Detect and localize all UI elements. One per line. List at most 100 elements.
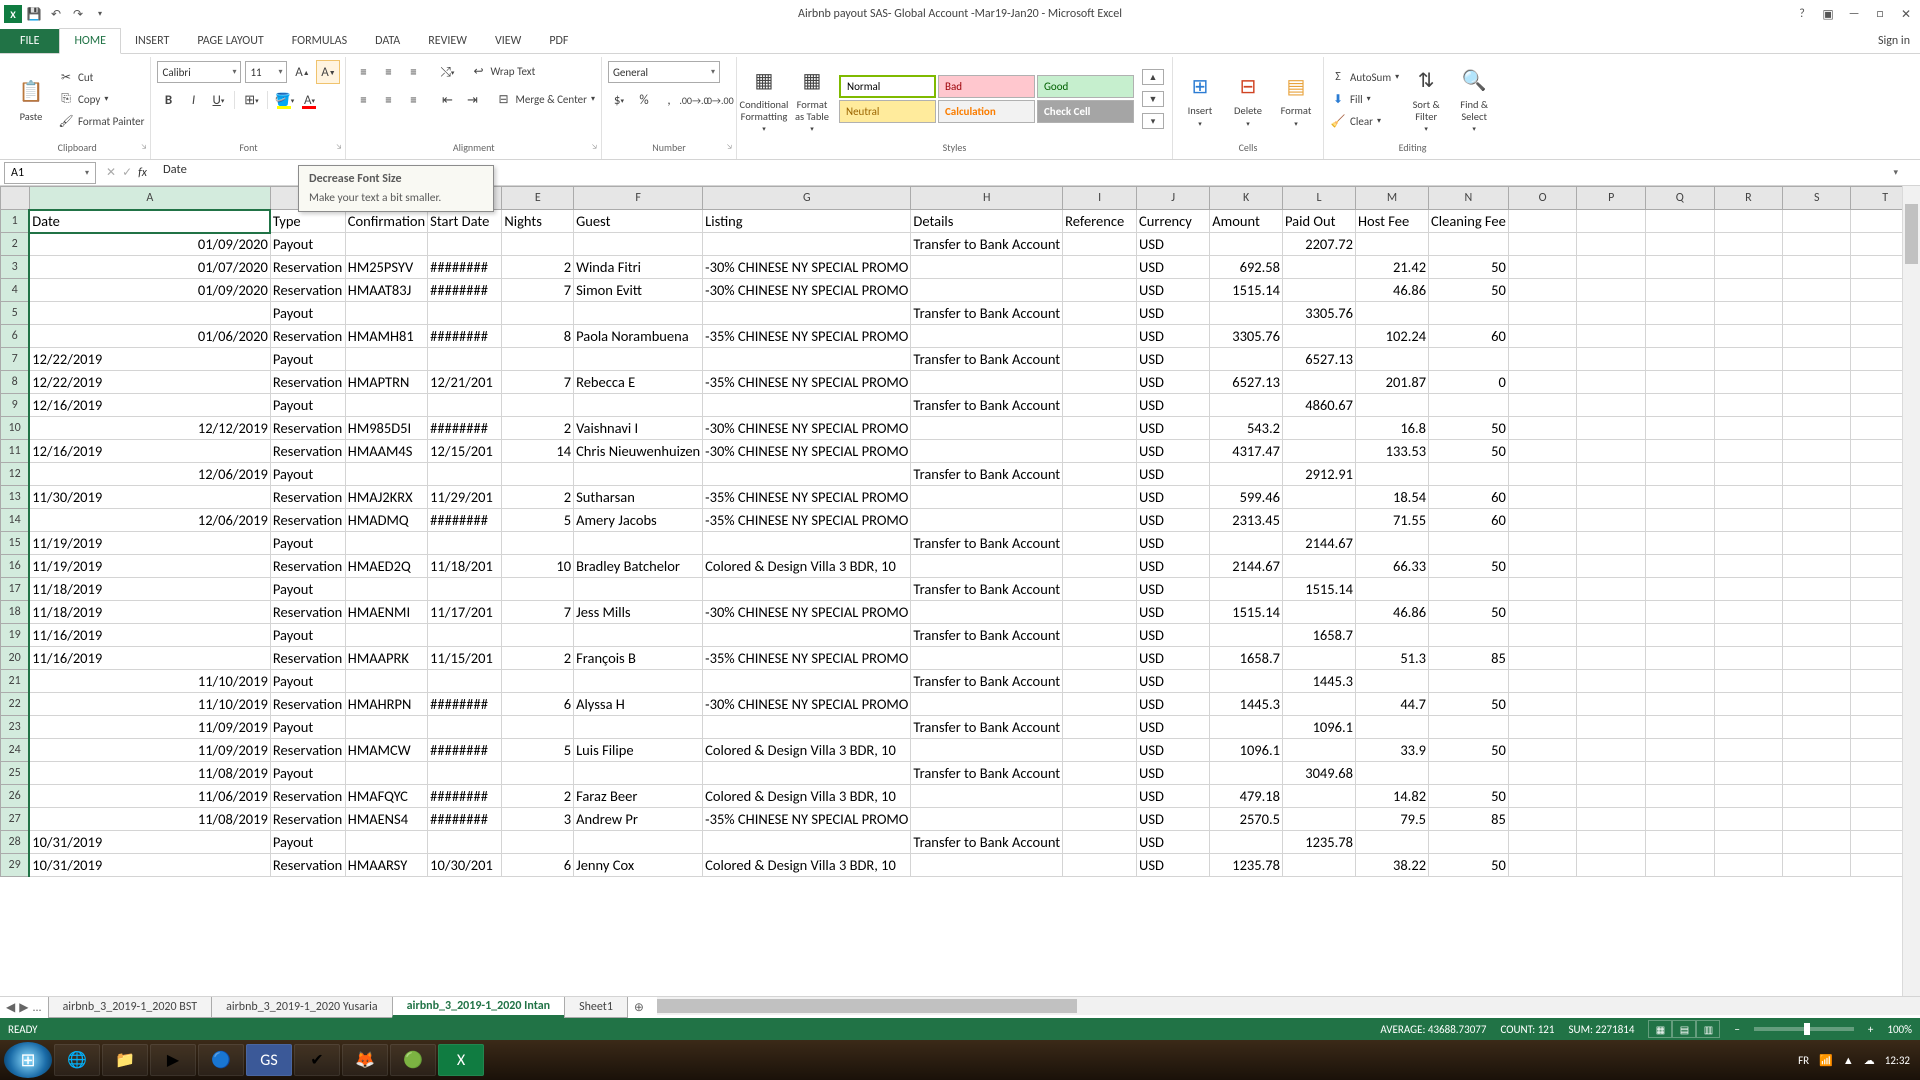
cell-L7[interactable]: 6527.13 <box>1283 348 1356 371</box>
cell-G9[interactable] <box>703 394 911 417</box>
styles-more-icon[interactable]: ▾ <box>1142 113 1164 129</box>
cell-M8[interactable]: 201.87 <box>1355 371 1428 394</box>
cell-S16[interactable] <box>1783 555 1851 578</box>
cell-M11[interactable]: 133.53 <box>1355 440 1428 463</box>
cell-F8[interactable]: Rebecca E <box>574 371 703 394</box>
cell-B1[interactable]: Type <box>270 210 345 233</box>
cell-N8[interactable]: 0 <box>1429 371 1509 394</box>
cell-D6[interactable]: ######## <box>428 325 502 348</box>
cell-Q3[interactable] <box>1645 256 1714 279</box>
cell-M20[interactable]: 51.3 <box>1355 647 1428 670</box>
cell-N4[interactable]: 50 <box>1429 279 1509 302</box>
cell-E10[interactable]: 2 <box>502 417 574 440</box>
cell-J4[interactable]: USD <box>1137 279 1210 302</box>
cell-F29[interactable]: Jenny Cox <box>574 854 703 877</box>
cell-J20[interactable]: USD <box>1137 647 1210 670</box>
cell-R9[interactable] <box>1714 394 1783 417</box>
cell-E19[interactable] <box>502 624 574 647</box>
cell-G29[interactable]: Colored & Design Villa 3 BDR, 10 <box>703 854 911 877</box>
cell-K23[interactable] <box>1210 716 1283 739</box>
cell-I27[interactable] <box>1063 808 1137 831</box>
cell-S7[interactable] <box>1783 348 1851 371</box>
cell-P10[interactable] <box>1577 417 1645 440</box>
cell-S10[interactable] <box>1783 417 1851 440</box>
sort-filter-button[interactable]: ⇅Sort & Filter▾ <box>1405 65 1447 133</box>
cell-H2[interactable]: Transfer to Bank Account <box>911 233 1063 256</box>
cell-H27[interactable] <box>911 808 1063 831</box>
cell-O16[interactable] <box>1508 555 1577 578</box>
cell-B27[interactable]: Reservation <box>270 808 345 831</box>
row-header-26[interactable]: 26 <box>1 785 30 808</box>
cell-S5[interactable] <box>1783 302 1851 325</box>
cell-K25[interactable] <box>1210 762 1283 785</box>
cell-B8[interactable]: Reservation <box>270 371 345 394</box>
cell-K24[interactable]: 1096.1 <box>1210 739 1283 762</box>
cell-M28[interactable] <box>1355 831 1428 854</box>
align-right-icon[interactable]: ≡ <box>402 89 424 111</box>
number-format-dropdown[interactable]: General▾ <box>608 61 720 83</box>
cell-G11[interactable]: -30% CHINESE NY SPECIAL PROMO <box>703 440 911 463</box>
cell-A29[interactable]: 10/31/2019 <box>29 854 270 877</box>
cell-H13[interactable] <box>911 486 1063 509</box>
cell-A17[interactable]: 11/18/2019 <box>29 578 270 601</box>
cell-O13[interactable] <box>1508 486 1577 509</box>
cell-S28[interactable] <box>1783 831 1851 854</box>
cell-O5[interactable] <box>1508 302 1577 325</box>
cell-K17[interactable] <box>1210 578 1283 601</box>
cell-A12[interactable]: 12/06/2019 <box>29 463 270 486</box>
cell-E28[interactable] <box>502 831 574 854</box>
cell-H18[interactable] <box>911 601 1063 624</box>
cell-B16[interactable]: Reservation <box>270 555 345 578</box>
cell-N28[interactable] <box>1429 831 1509 854</box>
cell-K28[interactable] <box>1210 831 1283 854</box>
cell-C14[interactable]: HMADMQ <box>345 509 427 532</box>
cell-S13[interactable] <box>1783 486 1851 509</box>
cell-C19[interactable] <box>345 624 427 647</box>
cell-C27[interactable]: HMAENS4 <box>345 808 427 831</box>
cell-O6[interactable] <box>1508 325 1577 348</box>
cell-O23[interactable] <box>1508 716 1577 739</box>
cell-L29[interactable] <box>1283 854 1356 877</box>
cell-K18[interactable]: 1515.14 <box>1210 601 1283 624</box>
autosum-button[interactable]: ΣAutoSum ▾ <box>1330 67 1399 87</box>
row-header-11[interactable]: 11 <box>1 440 30 463</box>
cell-P28[interactable] <box>1577 831 1645 854</box>
cell-P17[interactable] <box>1577 578 1645 601</box>
cell-J7[interactable]: USD <box>1137 348 1210 371</box>
tab-data[interactable]: DATA <box>361 29 414 53</box>
row-header-19[interactable]: 19 <box>1 624 30 647</box>
cell-A3[interactable]: 01/07/2020 <box>29 256 270 279</box>
cell-Q25[interactable] <box>1645 762 1714 785</box>
cell-O21[interactable] <box>1508 670 1577 693</box>
cell-K29[interactable]: 1235.78 <box>1210 854 1283 877</box>
cell-L8[interactable] <box>1283 371 1356 394</box>
cell-R6[interactable] <box>1714 325 1783 348</box>
cell-O25[interactable] <box>1508 762 1577 785</box>
cell-J29[interactable]: USD <box>1137 854 1210 877</box>
cell-M10[interactable]: 16.8 <box>1355 417 1428 440</box>
cell-S17[interactable] <box>1783 578 1851 601</box>
cell-P13[interactable] <box>1577 486 1645 509</box>
cell-B24[interactable]: Reservation <box>270 739 345 762</box>
cell-M16[interactable]: 66.33 <box>1355 555 1428 578</box>
cell-F9[interactable] <box>574 394 703 417</box>
cell-E5[interactable] <box>502 302 574 325</box>
cell-N13[interactable]: 60 <box>1429 486 1509 509</box>
cell-A27[interactable]: 11/08/2019 <box>29 808 270 831</box>
cell-M9[interactable] <box>1355 394 1428 417</box>
cell-I6[interactable] <box>1063 325 1137 348</box>
cell-G5[interactable] <box>703 302 911 325</box>
cell-G26[interactable]: Colored & Design Villa 3 BDR, 10 <box>703 785 911 808</box>
cell-G12[interactable] <box>703 463 911 486</box>
cell-K2[interactable] <box>1210 233 1283 256</box>
delete-cells-button[interactable]: ⊟Delete▾ <box>1227 70 1269 128</box>
copy-button[interactable]: ⎘Copy ▾ <box>58 89 144 109</box>
cell-B2[interactable]: Payout <box>270 233 345 256</box>
cell-J10[interactable]: USD <box>1137 417 1210 440</box>
cell-L27[interactable] <box>1283 808 1356 831</box>
cell-O17[interactable] <box>1508 578 1577 601</box>
cell-N29[interactable]: 50 <box>1429 854 1509 877</box>
row-header-9[interactable]: 9 <box>1 394 30 417</box>
cell-A25[interactable]: 11/08/2019 <box>29 762 270 785</box>
cell-G3[interactable]: -30% CHINESE NY SPECIAL PROMO <box>703 256 911 279</box>
